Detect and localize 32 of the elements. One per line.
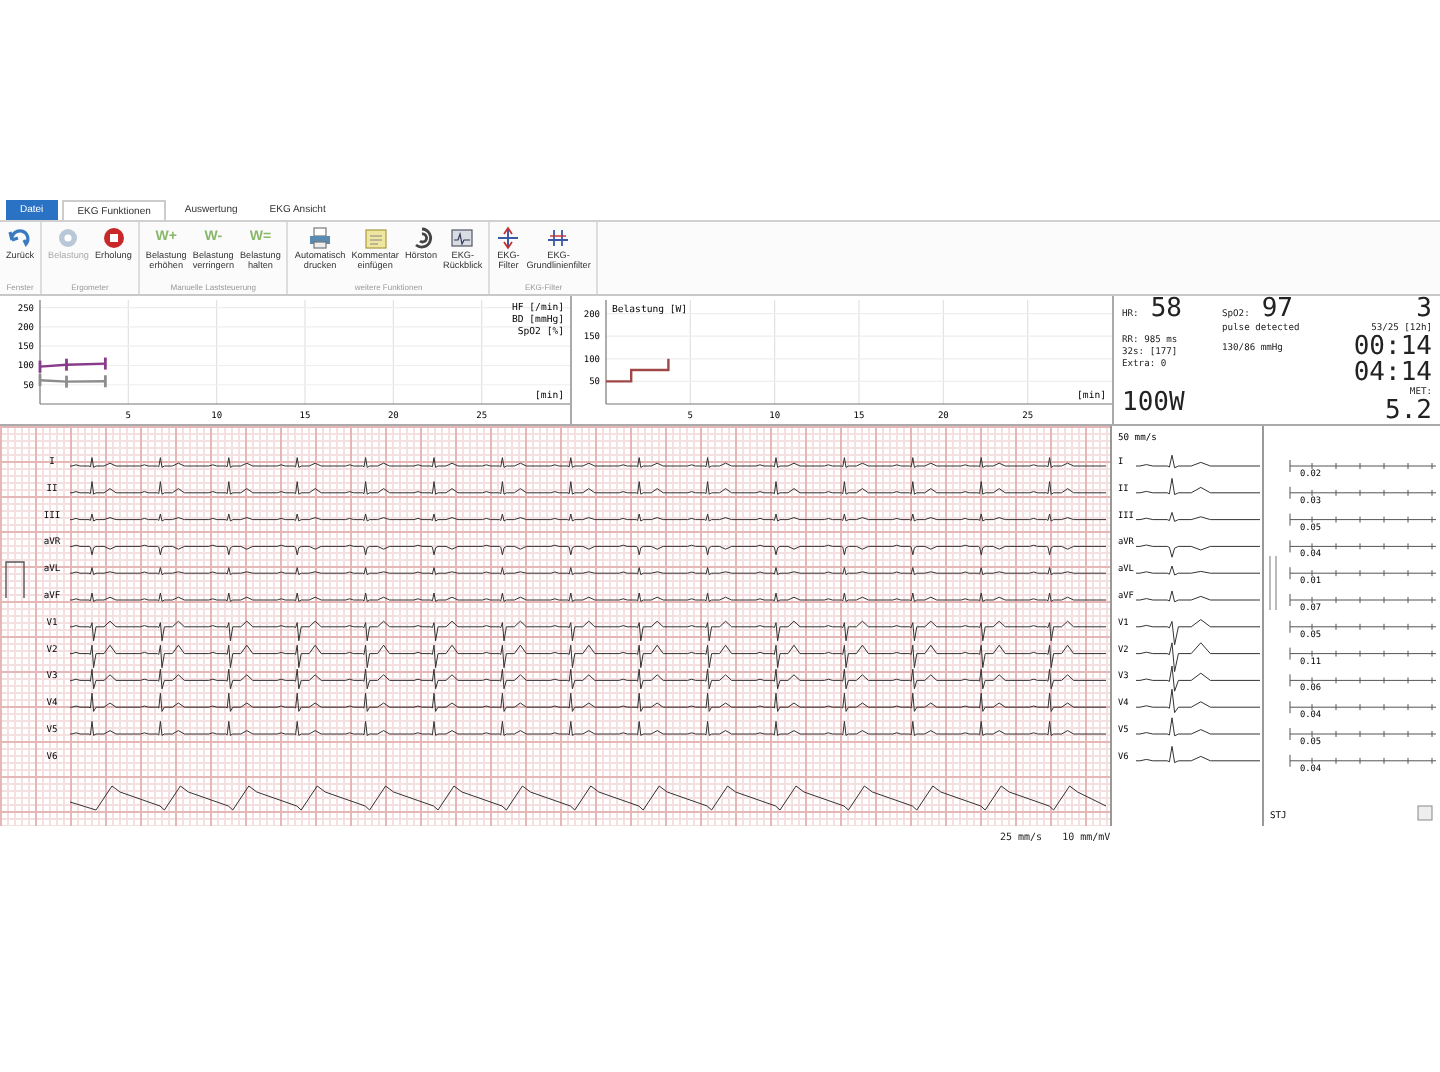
ecg-trace <box>1135 511 1261 522</box>
gear-icon <box>56 226 81 250</box>
spo2-value: 97 <box>1261 298 1293 322</box>
met-value: 5.2 <box>1385 400 1432 424</box>
stop-icon <box>101 226 126 250</box>
ecg-trace <box>1135 477 1261 496</box>
count-value: 3 <box>1416 298 1432 322</box>
y-axis <box>605 299 607 405</box>
load-value: 100W <box>1122 392 1187 416</box>
calibration-pulse <box>5 561 25 599</box>
stage-time: 04:14 <box>1353 362 1432 386</box>
elapsed-time: 00:14 <box>1353 336 1432 360</box>
printer-icon <box>308 226 333 250</box>
back-arrow-icon <box>8 226 33 250</box>
ecg-trace <box>1135 454 1261 469</box>
scale-bar <box>1269 555 1277 611</box>
ecg-trace <box>1135 688 1261 714</box>
ecg-trace <box>1135 619 1261 646</box>
ecg-trace <box>1135 590 1261 603</box>
ecg-trace <box>1135 544 1261 558</box>
ecg-trace <box>1135 565 1261 576</box>
panel-toggle-icon[interactable] <box>1417 805 1433 821</box>
baseline-icon <box>546 226 571 250</box>
heart-rate-value: 58 <box>1150 298 1182 322</box>
ecg-trace <box>1135 745 1261 764</box>
ecg-trace <box>1135 642 1261 673</box>
note-icon <box>363 226 388 250</box>
monitor-icon <box>450 226 475 250</box>
ecg-trace <box>1135 665 1261 692</box>
y-axis <box>39 299 41 405</box>
ecg-trace <box>1135 717 1261 737</box>
filter-icon <box>496 226 521 250</box>
